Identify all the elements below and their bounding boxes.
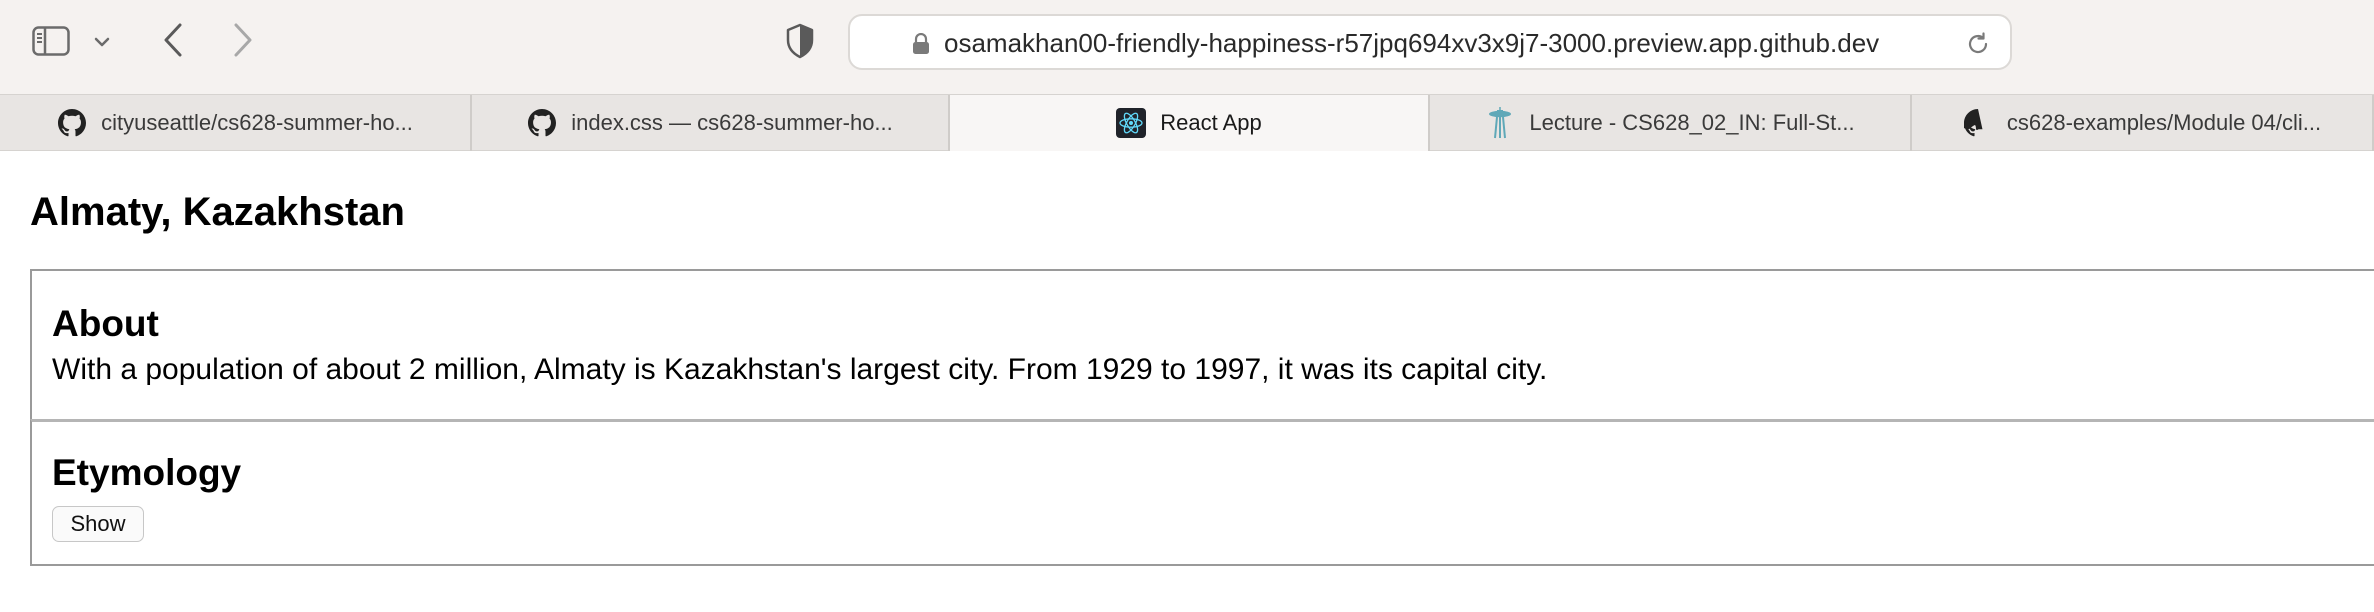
lock-icon (912, 32, 930, 55)
tab-lecture[interactable]: Lecture - CS628_02_IN: Full-St... (1430, 95, 1912, 151)
chevron-right-icon[interactable] (228, 20, 258, 60)
about-text: With a population of about 2 million, Al… (52, 353, 1548, 386)
tab-label: index.css — cs628-summer-ho... (571, 110, 893, 135)
tab-index-css[interactable]: index.css — cs628-summer-ho... (472, 95, 950, 151)
shield-icon[interactable] (782, 20, 818, 62)
github-icon (57, 108, 87, 138)
tab-strip: cityuseattle/cs628-summer-ho... index.cs… (0, 94, 2374, 151)
tab-cityuseattle[interactable]: cityuseattle/cs628-summer-ho... (0, 95, 472, 151)
show-button[interactable]: Show (52, 506, 144, 542)
url-text: osamakhan00-friendly-happiness-r57jpq694… (944, 28, 1880, 58)
sidebar-icon[interactable] (30, 24, 72, 58)
tab-cs628-examples[interactable]: cs628-examples/Module 04/cli... (1912, 95, 2374, 151)
react-icon (1116, 108, 1147, 138)
tab-label: React App (1160, 110, 1262, 135)
chevron-left-icon[interactable] (158, 20, 188, 60)
tab-react-app[interactable]: React App (950, 95, 1430, 151)
tab-label: cityuseattle/cs628-summer-ho... (101, 110, 413, 135)
chevron-down-icon[interactable] (90, 30, 114, 54)
browser-toolbar: osamakhan00-friendly-happiness-r57jpq694… (0, 0, 2374, 94)
page-content: Almaty, Kazakhstan About With a populati… (0, 152, 2374, 612)
space-needle-icon (1485, 107, 1515, 139)
github-icon (1963, 108, 1993, 138)
tab-label: Lecture - CS628_02_IN: Full-St... (1529, 110, 1855, 135)
reload-icon[interactable] (1964, 30, 1992, 58)
etymology-section: Etymology Show (30, 419, 2374, 566)
github-icon (527, 108, 557, 138)
etymology-heading: Etymology (52, 452, 242, 493)
tab-label: cs628-examples/Module 04/cli... (2006, 110, 2322, 135)
about-heading: About (52, 303, 159, 344)
address-bar[interactable]: osamakhan00-friendly-happiness-r57jpq694… (848, 14, 2012, 70)
page-title: Almaty, Kazakhstan (30, 190, 405, 234)
about-section: About With a population of about 2 milli… (30, 269, 2374, 419)
